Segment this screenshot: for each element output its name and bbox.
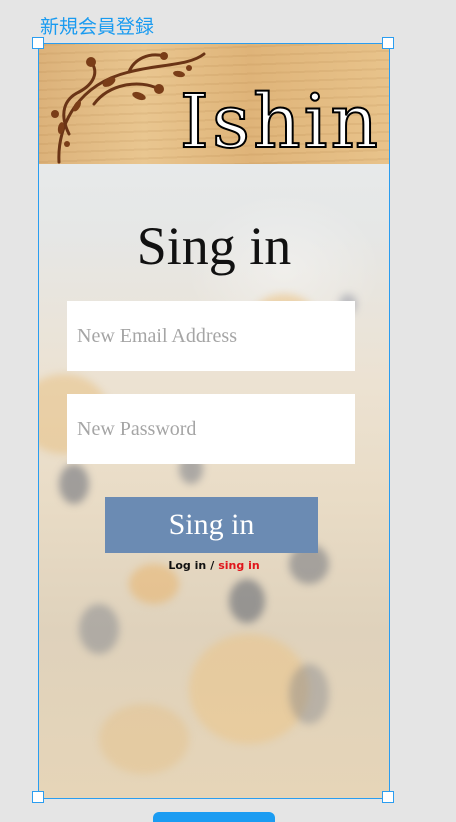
signin-button[interactable]: Sing in (105, 497, 318, 553)
login-link[interactable]: Log in (168, 559, 206, 572)
flower-blob (289, 664, 329, 724)
link-separator: / (210, 559, 215, 572)
flower-blob (229, 579, 265, 623)
flower-blob (99, 704, 189, 774)
dimension-badge (153, 812, 275, 822)
signin-link[interactable]: sing in (218, 559, 259, 572)
resize-handle-bottom-right[interactable] (382, 791, 394, 803)
password-field[interactable] (67, 394, 355, 464)
page-title: Sing in (136, 216, 292, 276)
resize-handle-bottom-left[interactable] (32, 791, 44, 803)
mobile-frame: Ishin Sing in Sing in Log in /sing in (39, 44, 389, 798)
auth-links: Log in / sing in (39, 558, 389, 574)
header-banner: Ishin (39, 44, 389, 164)
flower-blob (59, 464, 89, 504)
brand-logo: Ishin (179, 79, 381, 165)
flower-blob (79, 604, 119, 654)
resize-handle-top-right[interactable] (382, 37, 394, 49)
frame-label[interactable]: 新規会員登録 (40, 14, 154, 40)
resize-handle-top-left[interactable] (32, 37, 44, 49)
email-field[interactable] (67, 301, 355, 371)
